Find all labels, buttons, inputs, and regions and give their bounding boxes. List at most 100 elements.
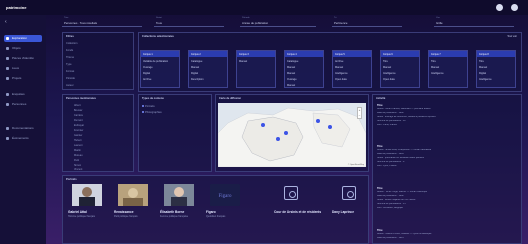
list-item[interactable]: Fournier	[74, 129, 83, 132]
gallery-card[interactable]: Cour de Ursinis et de résidents	[272, 184, 321, 236]
list-item[interactable]: Moreau	[74, 154, 82, 157]
portrait-thumbnail	[164, 184, 194, 206]
gallery-card[interactable]: Gabriel Attal Homme politique français	[66, 184, 108, 236]
camera-icon	[342, 186, 356, 200]
filter-view[interactable]: Vue Grille	[434, 17, 514, 27]
map-title: Carte de diffusion	[219, 97, 242, 100]
sidebar-item-enquetes[interactable]: Enquêtes	[4, 91, 42, 98]
top-bar: patrimoine	[0, 0, 528, 15]
gallery-card[interactable]: Figaro Figaro Quotidien français	[204, 184, 246, 236]
map-view[interactable]: + − © OpenStreetMap	[218, 103, 366, 167]
filter-section[interactable]: Collection	[66, 42, 77, 45]
sidebar-item-projets[interactable]: Projets	[4, 75, 42, 82]
list-item[interactable]: Petit	[74, 159, 79, 162]
collection-tile[interactable]: Corpus 3 Manuel	[236, 50, 276, 88]
filter-section[interactable]: Thème	[66, 56, 74, 59]
types-panel-title: Types de contenu	[142, 97, 164, 100]
sidebar-item-lieux[interactable]: Lieux	[4, 65, 42, 72]
collection-tile[interactable]: Corpus 8 Titre Manuel Digital Intelligen…	[476, 50, 516, 88]
sidebar-item-personnes[interactable]: Personnes	[4, 101, 42, 108]
gallery-card[interactable]: Dany Laprince	[330, 184, 372, 236]
id-icon	[6, 57, 9, 60]
detail-heading: Titre	[377, 229, 383, 232]
sidebar: ‹ Exploration Objets Pièces d'identité L…	[0, 15, 46, 244]
map-marker[interactable]	[316, 119, 320, 123]
filter-sort[interactable]: Tri Pertinence	[332, 17, 402, 27]
portrait-thumbnail	[72, 184, 102, 206]
settings-icon[interactable]	[496, 4, 503, 11]
list-item[interactable]: Albert	[74, 104, 81, 107]
list-item[interactable]: Garnier	[74, 134, 82, 137]
gallery-card[interactable]: Élisabeth Borne Femme politique français…	[158, 184, 200, 236]
document-icon	[6, 127, 9, 130]
list-item[interactable]: Hubert	[74, 139, 82, 142]
user-avatar-icon[interactable]	[511, 4, 518, 11]
calendar-icon	[6, 137, 9, 140]
collection-tile[interactable]: Corpus 7 Titre Manuel Intelligence	[428, 50, 468, 88]
see-all-link[interactable]: Tout voir	[507, 35, 517, 38]
type-option[interactable]: Portraits	[142, 105, 155, 108]
details-panel: Activité Titre Auteur : Albert Camus, Ga…	[372, 94, 522, 244]
filter-section[interactable]: Période	[66, 77, 75, 80]
app-logo[interactable]: patrimoine	[6, 3, 26, 12]
radio-icon	[142, 111, 144, 114]
list-item[interactable]: Vincent	[74, 168, 82, 171]
gallery-card[interactable]: Renaissance Parti politique français	[112, 184, 154, 236]
map-marker[interactable]	[284, 131, 288, 135]
detail-heading: Titre	[377, 104, 383, 107]
filter-title[interactable]: Titre Personnes · Tous résultats	[62, 17, 142, 27]
person-icon	[6, 103, 9, 106]
zoom-out-button[interactable]: −	[358, 113, 361, 118]
map-marker[interactable]	[261, 123, 265, 127]
sidebar-item-exploration[interactable]: Exploration	[4, 35, 42, 42]
list-item[interactable]: Martin	[74, 149, 81, 152]
collection-tile[interactable]: Corpus 2 Catalogue Manuel Digital Descri…	[188, 50, 228, 88]
filter-panel: Filtres Collection Fonds Thème Type Form…	[62, 32, 134, 90]
gallery-title: Portraits	[66, 178, 77, 181]
map-zoom-control[interactable]: + −	[357, 107, 362, 119]
filter-section[interactable]: Type	[66, 63, 72, 66]
filter-section[interactable]: Auteur	[66, 84, 74, 87]
detail-heading: Titre	[377, 187, 383, 190]
type-option[interactable]: Photographies	[142, 111, 162, 114]
collection-tile[interactable]: Corpus 5 Archive Manuel Intelligence Ope…	[332, 50, 372, 88]
list-item[interactable]: Simon	[74, 164, 81, 167]
sidebar-item-documentations[interactable]: Documentations	[4, 125, 42, 132]
map-land	[218, 103, 366, 167]
painting-thumbnail	[118, 184, 148, 206]
types-panel: Types de contenu Portraits Photographies	[138, 94, 212, 172]
collection-tile[interactable]: Corpus 6 Titre Manuel Intelligence Open …	[380, 50, 420, 88]
folder-icon	[6, 77, 9, 80]
filter-status[interactable]: Statut Tous	[154, 17, 224, 27]
collections-title: Collections sélectionnées	[142, 35, 174, 38]
list-item[interactable]: Dumont	[74, 119, 83, 122]
sidebar-item-objets[interactable]: Objets	[4, 45, 42, 52]
collection-tile[interactable]: Corpus 1 Variable de publication Ouvrage…	[140, 50, 180, 88]
radio-icon	[142, 105, 144, 108]
filter-period[interactable]: Période Année de publication	[240, 17, 316, 27]
map-marker[interactable]	[328, 125, 332, 129]
map-attribution[interactable]: © OpenStreetMap	[348, 164, 364, 166]
svg-text:Figaro: Figaro	[218, 194, 232, 199]
search-icon	[6, 93, 9, 96]
list-item[interactable]: Exbrayat	[74, 124, 84, 127]
people-list-panel: Personnes mentionnées	[62, 94, 134, 172]
pin-icon	[6, 67, 9, 70]
sidebar-item-identite[interactable]: Pièces d'identité	[4, 55, 42, 62]
map-marker[interactable]	[276, 137, 280, 141]
list-item[interactable]: Carrière	[74, 114, 83, 117]
detail-heading: Titre	[377, 145, 383, 148]
filter-section[interactable]: Format	[66, 70, 74, 73]
sidebar-item-evenements[interactable]: Évènements	[4, 135, 42, 142]
compass-icon	[6, 37, 9, 40]
people-list-title: Personnes mentionnées	[66, 97, 96, 100]
logo-thumbnail: Figaro	[210, 184, 240, 206]
back-button[interactable]: ‹	[5, 19, 7, 25]
filter-section[interactable]: Fonds	[66, 49, 73, 52]
collection-tile[interactable]: Corpus 4 Catalogue Manuel Manuel Ouvrage…	[284, 50, 324, 88]
camera-icon	[284, 186, 298, 200]
box-icon	[6, 47, 9, 50]
filter-bar: Titre Personnes · Tous résultats Statut To…	[54, 17, 522, 27]
list-item[interactable]: Bouvier	[74, 109, 82, 112]
list-item[interactable]: Laurent	[74, 144, 82, 147]
